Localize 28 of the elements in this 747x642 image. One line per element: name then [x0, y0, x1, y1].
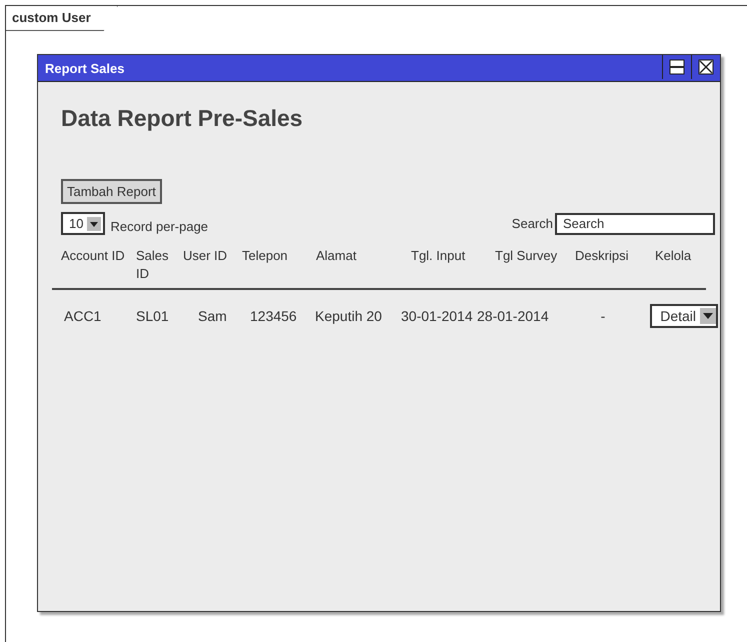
table-cell-text: 28-01-2014: [477, 308, 550, 324]
table-cell-text: Sam: [198, 308, 228, 324]
table-cell-text: 123456: [250, 308, 298, 324]
table-cell-text: SL01: [136, 308, 170, 324]
table-cell-text: -: [600, 308, 606, 324]
column-header: Deskripsi: [575, 247, 630, 265]
column-header: User ID: [183, 247, 228, 265]
action-dropdown[interactable]: Detail: [650, 304, 718, 328]
table-cell-text: 30-01-2014: [401, 308, 474, 324]
caret-icon: [87, 216, 102, 230]
column-header: Tgl Survey: [495, 247, 558, 265]
page-size-dropdown[interactable]: 10: [61, 212, 106, 235]
column-header: Sales ID: [136, 247, 170, 282]
column-header: Alamat: [316, 247, 358, 265]
column-header: Tgl. Input: [411, 247, 466, 265]
frame-label: custom User: [6, 6, 118, 31]
column-header: Account ID: [61, 247, 126, 265]
column-header: Telepon: [242, 247, 289, 265]
column-header: Kelola: [655, 247, 692, 265]
search-field[interactable]: Search: [555, 212, 715, 234]
search-label: Search: [512, 216, 553, 231]
table-cell-text: Keputih 20: [315, 308, 383, 324]
caret-icon: [700, 308, 716, 324]
page-size-label: Record per-page: [110, 219, 208, 234]
add-report-button[interactable]: Tambah Report: [61, 179, 162, 204]
table-cell-text: ACC1: [64, 308, 102, 324]
window-title: Report Sales: [44, 60, 124, 76]
page-heading: Data Report Pre-Sales: [61, 105, 303, 132]
